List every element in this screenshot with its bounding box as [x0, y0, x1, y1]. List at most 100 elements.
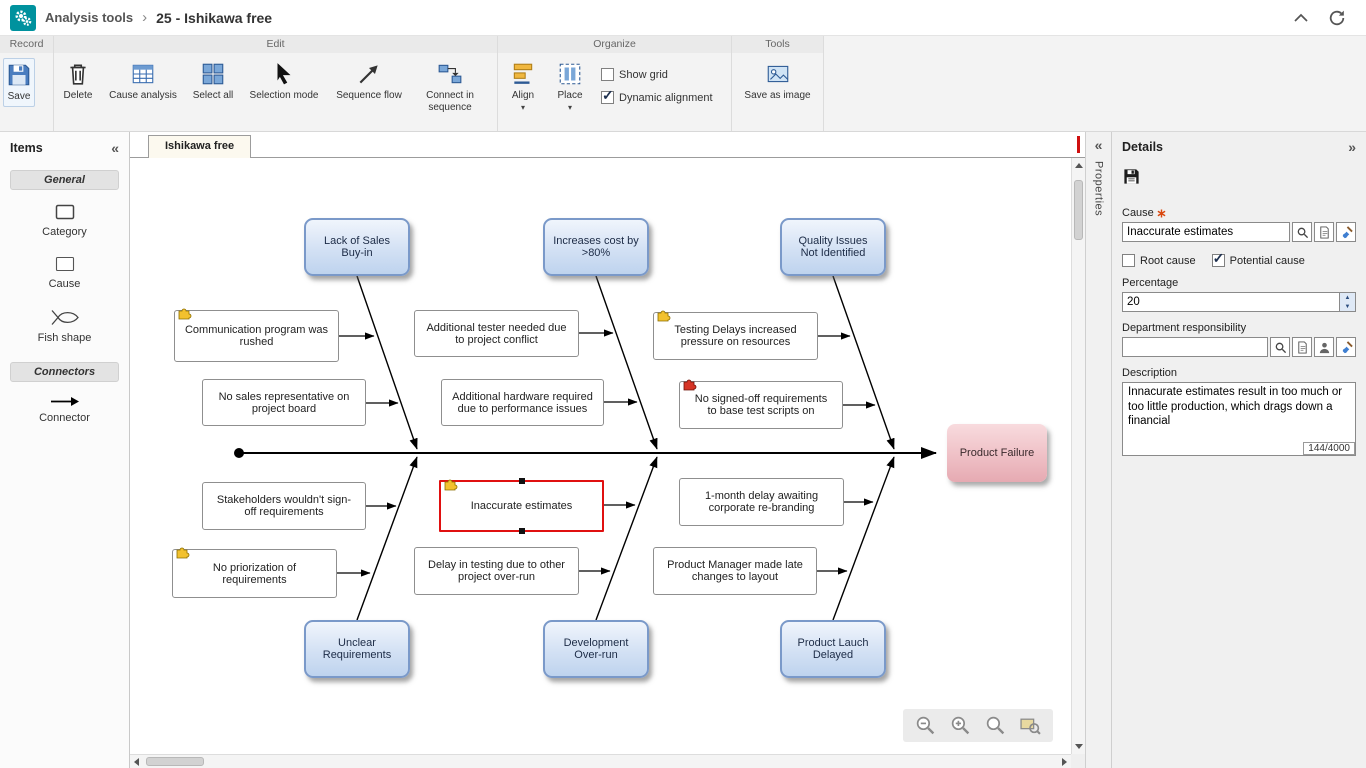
- selection-mode-button[interactable]: Selection mode: [242, 58, 326, 105]
- category-node[interactable]: Unclear Requirements: [304, 620, 410, 678]
- horizontal-scroll-thumb[interactable]: [146, 757, 204, 766]
- category-node[interactable]: Development Over-run: [543, 620, 649, 678]
- cause-node[interactable]: Stakeholders wouldn't sign-off requireme…: [202, 482, 366, 530]
- root-cause-option[interactable]: ✓ Root cause: [1122, 254, 1196, 267]
- potential-cause-checkbox[interactable]: ✓: [1212, 254, 1225, 267]
- show-grid-option[interactable]: ✓ Show grid: [601, 68, 713, 81]
- horizontal-scrollbar[interactable]: [130, 754, 1071, 768]
- sidebar-item-label: Category: [42, 226, 87, 238]
- step-up-icon[interactable]: ▲: [1340, 293, 1355, 302]
- properties-panel-label[interactable]: Properties: [1093, 161, 1105, 216]
- cause-marker-icon: [444, 477, 458, 491]
- cause-label: Delay in testing due to other project ov…: [424, 559, 569, 583]
- category-node[interactable]: Quality Issues Not Identified: [780, 218, 886, 276]
- ribbon-filler: [824, 36, 1366, 131]
- selection-handle[interactable]: [519, 478, 525, 484]
- sidebar-item-cause[interactable]: Cause: [0, 256, 129, 290]
- sidebar-section-general[interactable]: General: [10, 170, 119, 190]
- sequence-flow-icon: [356, 61, 382, 87]
- potential-cause-option[interactable]: ✓ Potential cause: [1212, 254, 1305, 267]
- percentage-input[interactable]: [1122, 292, 1340, 312]
- department-format-button[interactable]: [1336, 337, 1356, 357]
- description-field-label: Description: [1122, 367, 1177, 379]
- cause-analysis-button[interactable]: Cause analysis: [102, 58, 184, 105]
- save-as-image-button[interactable]: Save as image: [736, 58, 820, 105]
- category-label: Lack of Sales Buy-in: [314, 235, 400, 259]
- collapse-ribbon-icon[interactable]: [1294, 13, 1308, 22]
- details-save-icon[interactable]: [1122, 167, 1141, 186]
- cause-node[interactable]: 1-month delay awaiting corporate re-bran…: [679, 478, 844, 526]
- dynamic-alignment-checkbox[interactable]: ✓: [601, 91, 614, 104]
- collapse-items-icon[interactable]: «: [111, 140, 119, 156]
- root-cause-checkbox[interactable]: ✓: [1122, 254, 1135, 267]
- sidebar-item-category[interactable]: Category: [0, 204, 129, 238]
- items-panel: Items « General Category Cause Fi: [0, 132, 130, 768]
- cause-label: 1-month delay awaiting corporate re-bran…: [689, 490, 834, 514]
- select-all-button[interactable]: Select all: [187, 58, 239, 105]
- category-node[interactable]: Lack of Sales Buy-in: [304, 218, 410, 276]
- selection-handle[interactable]: [519, 528, 525, 534]
- cause-node[interactable]: Product Manager made late changes to lay…: [653, 547, 817, 595]
- scroll-left-icon[interactable]: [134, 758, 139, 766]
- breadcrumb-app[interactable]: Analysis tools: [45, 10, 133, 25]
- effect-node[interactable]: Product Failure: [947, 424, 1047, 482]
- cause-node[interactable]: No sales representative on project board: [202, 379, 366, 426]
- button-label: Align: [512, 90, 534, 102]
- align-button[interactable]: Align ▾: [501, 58, 545, 115]
- scroll-down-icon[interactable]: [1075, 744, 1083, 749]
- delete-button[interactable]: Delete: [57, 58, 99, 105]
- select-all-icon: [200, 61, 226, 87]
- department-note-button[interactable]: [1292, 337, 1312, 357]
- show-grid-checkbox[interactable]: ✓: [601, 68, 614, 81]
- details-panel: Details » Cause: [1112, 132, 1366, 768]
- scroll-right-icon[interactable]: [1062, 758, 1067, 766]
- cause-node[interactable]: Communication program was rushed: [174, 310, 339, 362]
- zoom-reset-icon[interactable]: [985, 715, 1006, 736]
- cause-node[interactable]: Delay in testing due to other project ov…: [414, 547, 579, 595]
- cause-node-selected[interactable]: Inaccurate estimates: [439, 480, 604, 532]
- category-node[interactable]: Increases cost by >80%: [543, 218, 649, 276]
- app-logo-icon[interactable]: [10, 5, 36, 31]
- cause-format-button[interactable]: [1336, 222, 1356, 242]
- cause-label: Inaccurate estimates: [471, 500, 573, 512]
- cause-label: Testing Delays increased pressure on res…: [663, 324, 808, 348]
- button-label: Select all: [193, 90, 234, 102]
- vertical-scroll-thumb[interactable]: [1074, 180, 1083, 240]
- save-button[interactable]: Save: [3, 58, 35, 107]
- department-input[interactable]: [1122, 337, 1268, 357]
- cause-note-button[interactable]: [1314, 222, 1334, 242]
- zoom-in-icon[interactable]: [950, 715, 971, 736]
- person-icon: [1318, 341, 1331, 354]
- diagram-viewport[interactable]: Lack of Sales Buy-in Increases cost by >…: [130, 158, 1071, 754]
- vertical-scrollbar[interactable]: [1071, 158, 1085, 754]
- cause-node[interactable]: Additional tester needed due to project …: [414, 310, 579, 357]
- cause-node[interactable]: Additional hardware required due to perf…: [441, 379, 604, 426]
- collapse-details-icon[interactable]: »: [1348, 139, 1356, 155]
- cause-input[interactable]: [1122, 222, 1290, 242]
- cause-label: Additional tester needed due to project …: [424, 322, 569, 346]
- cause-analysis-icon: [130, 61, 156, 87]
- sidebar-section-connectors[interactable]: Connectors: [10, 362, 119, 382]
- scroll-up-icon[interactable]: [1075, 163, 1083, 168]
- expand-properties-icon[interactable]: «: [1095, 137, 1103, 153]
- department-person-button[interactable]: [1314, 337, 1334, 357]
- place-button[interactable]: Place ▾: [548, 58, 592, 115]
- fish-shape-icon: [50, 308, 80, 327]
- cause-node[interactable]: No priorization of requirements: [172, 549, 337, 598]
- sidebar-item-connector[interactable]: Connector: [0, 396, 129, 424]
- sequence-flow-button[interactable]: Sequence flow: [329, 58, 409, 105]
- category-node[interactable]: Product Lauch Delayed: [780, 620, 886, 678]
- department-search-button[interactable]: [1270, 337, 1290, 357]
- connect-in-sequence-button[interactable]: Connect in sequence: [412, 58, 488, 116]
- department-field-label: Department responsibility: [1122, 322, 1246, 334]
- zoom-out-icon[interactable]: [915, 715, 936, 736]
- sidebar-item-fish-shape[interactable]: Fish shape: [0, 308, 129, 344]
- cause-node[interactable]: Testing Delays increased pressure on res…: [653, 312, 818, 360]
- cause-node[interactable]: No signed-off requirements to base test …: [679, 381, 843, 429]
- cause-search-button[interactable]: [1292, 222, 1312, 242]
- zoom-fit-icon[interactable]: [1020, 715, 1041, 736]
- step-down-icon[interactable]: ▼: [1340, 302, 1355, 311]
- tab-ishikawa-free[interactable]: Ishikawa free: [148, 135, 251, 158]
- dynamic-alignment-option[interactable]: ✓ Dynamic alignment: [601, 91, 713, 104]
- refresh-icon[interactable]: [1328, 9, 1346, 27]
